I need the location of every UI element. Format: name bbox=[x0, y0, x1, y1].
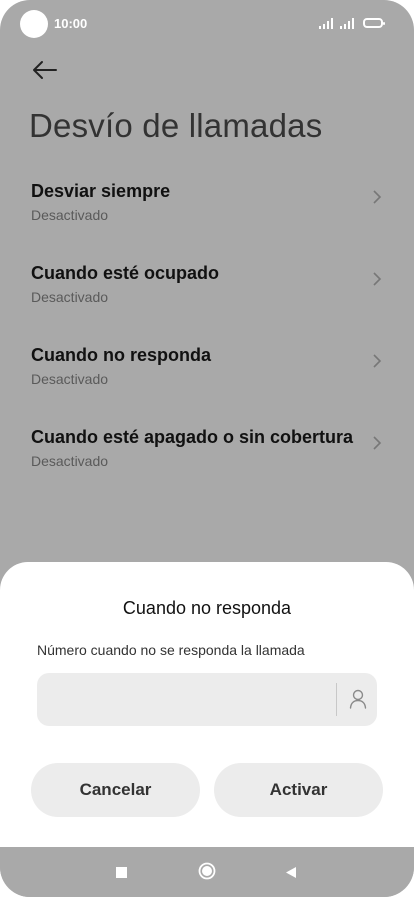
phone-number-input[interactable] bbox=[49, 673, 333, 728]
dialog-title: Cuando no responda bbox=[122, 598, 292, 618]
battery-icon bbox=[363, 18, 385, 28]
arrow-left-icon bbox=[33, 61, 57, 79]
menu-item-status: Desactivado bbox=[31, 207, 109, 223]
camera-cutout bbox=[20, 10, 48, 38]
back-button[interactable] bbox=[30, 56, 60, 84]
contact-person-icon[interactable] bbox=[348, 688, 368, 710]
menu-item-label: Cuando esté apagado o sin cobertura bbox=[31, 427, 354, 447]
menu-item-label: Cuando esté ocupado bbox=[31, 263, 220, 283]
cancel-button[interactable]: Cancelar bbox=[31, 763, 200, 817]
status-bar: 10:00 bbox=[0, 0, 414, 48]
signal-icon bbox=[340, 18, 354, 29]
status-time: 10:00 bbox=[54, 16, 88, 31]
chevron-right-icon bbox=[373, 436, 382, 450]
phone-screen: 10:00 Desvío de llamadas Desviar siempre… bbox=[0, 0, 414, 897]
navigation-bar bbox=[0, 847, 414, 897]
chevron-right-icon bbox=[373, 354, 382, 368]
menu-item-status: Desactivado bbox=[31, 371, 109, 387]
menu-item-ocupado[interactable]: Cuando esté ocupado Desactivado bbox=[0, 263, 414, 325]
activate-button[interactable]: Activar bbox=[214, 763, 383, 817]
menu-item-label: Desviar siempre bbox=[31, 181, 171, 201]
square-icon[interactable] bbox=[116, 867, 127, 878]
menu-item-apagado[interactable]: Cuando esté apagado o sin cobertura Desa… bbox=[0, 427, 414, 489]
menu-item-desviar-siempre[interactable]: Desviar siempre Desactivado bbox=[0, 181, 414, 243]
field-divider bbox=[336, 683, 337, 716]
menu-item-status: Desactivado bbox=[31, 453, 109, 469]
forward-number-dialog: Cuando no responda Número cuando no se r… bbox=[0, 562, 414, 847]
field-label: Número cuando no se responda la llamada bbox=[37, 642, 305, 658]
chevron-right-icon bbox=[373, 272, 382, 286]
menu-item-no-responda[interactable]: Cuando no responda Desactivado bbox=[0, 345, 414, 407]
circle-home-icon[interactable] bbox=[198, 862, 216, 880]
triangle-back-icon[interactable] bbox=[285, 866, 297, 879]
chevron-right-icon bbox=[373, 190, 382, 204]
menu-item-status: Desactivado bbox=[31, 289, 109, 305]
signal-icon bbox=[319, 18, 333, 29]
page-title: Desvío de llamadas bbox=[29, 107, 323, 144]
menu-item-label: Cuando no responda bbox=[31, 345, 211, 365]
number-field bbox=[37, 673, 377, 728]
